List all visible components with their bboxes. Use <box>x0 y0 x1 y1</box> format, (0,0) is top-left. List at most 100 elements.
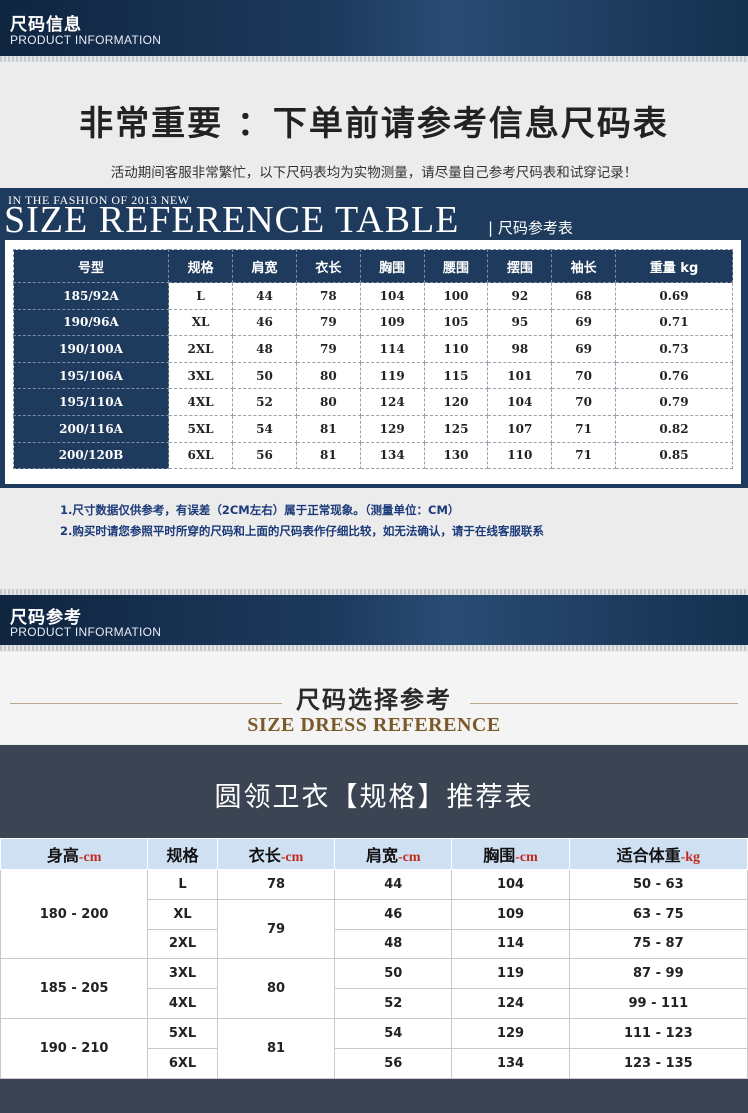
height-range-cell: 180 - 200 <box>0 868 149 960</box>
header-unit: -cm <box>78 850 102 865</box>
size-table-cell: 104 <box>359 282 425 310</box>
size-table-cell: 129 <box>359 414 425 443</box>
size-table-cell: 68 <box>551 282 617 310</box>
size-table-header-row: 号型 规格 肩宽 衣长 胸围 腰围 摆围 袖长 重量 kg <box>12 249 733 283</box>
size-table-cell: 71 <box>551 441 617 470</box>
length-cell: 81 <box>216 1017 336 1079</box>
size-table-row: 195/106A 3XL 50 80 119 115 101 70 0.76 <box>12 361 733 390</box>
size-table-cell: 107 <box>487 414 553 443</box>
size-table-cell: 70 <box>551 361 617 390</box>
size-table-cell: 105 <box>423 308 489 337</box>
size-table-cell: 195/110A <box>12 388 170 416</box>
size-table-cell: 48 <box>232 335 297 363</box>
size-table-cell: 115 <box>423 361 489 390</box>
size-dress-reference: 尺码选择参考 SIZE DRESS REFERENCE <box>0 652 748 744</box>
size-note: 1.尺寸数据仅供参考，有误差（2CM左右）属于正常现象。（测量单位：CM） <box>60 503 460 517</box>
size-table-cell: 69 <box>551 335 617 363</box>
height-range-cell: 190 - 210 <box>0 1017 149 1079</box>
header-label: 规格 <box>166 846 199 865</box>
size-cell: 3XL <box>147 958 218 990</box>
size-table-header-cell: 肩宽 <box>232 249 297 283</box>
size-table-header-cell: 腰围 <box>423 249 489 283</box>
header-banner-size-reference: 尺码参考 PRODUCT INFORMATION <box>0 595 748 645</box>
shoulder-cell: 50 <box>334 958 453 990</box>
size-table-row: 200/120B 6XL 56 81 134 130 110 71 0.85 <box>12 441 733 470</box>
size-table-cell: 78 <box>295 282 361 310</box>
size-table-cell: 125 <box>423 414 489 443</box>
size-table-cell: L <box>168 282 234 310</box>
dress-reference-en: SIZE DRESS REFERENCE <box>247 714 501 736</box>
size-table-row: 185/92A L 44 78 104 100 92 68 0.69 <box>12 282 733 310</box>
size-table-cell: 114 <box>359 335 425 363</box>
shoulder-cell: 46 <box>334 898 453 930</box>
header-unit: -cm <box>280 850 304 865</box>
size-table-cell: 80 <box>295 361 361 390</box>
recommendation-table: 身高-cm 规格 衣长-cm 肩宽-cm 胸围-cm 适合体重-kg 180 - 200 L… <box>0 838 748 1079</box>
size-table-header-cell: 重量 kg <box>615 249 733 283</box>
header-banner-product-info: 尺码信息 PRODUCT INFORMATION <box>0 0 748 56</box>
size-reference-table: 号型 规格 肩宽 衣长 胸围 腰围 摆围 袖长 重量 kg 185/92A L 44 78 104 100… <box>12 249 733 470</box>
size-table-cell: 6XL <box>168 441 234 470</box>
header-unit: -kg <box>680 850 701 865</box>
shoulder-cell: 44 <box>334 869 453 900</box>
size-table-cell: 46 <box>232 308 297 337</box>
length-cell: 78 <box>216 869 336 900</box>
size-table-cell: 81 <box>295 441 361 470</box>
size-table-cell: 195/106A <box>12 361 170 390</box>
size-table-cell: 0.71 <box>615 308 733 337</box>
header-subtitle: PRODUCT INFORMATION <box>10 33 162 47</box>
size-table-cell: 95 <box>487 308 553 337</box>
header-unit: -cm <box>515 850 538 865</box>
chest-cell: 114 <box>451 928 570 960</box>
divider-stripe <box>0 56 748 62</box>
size-cell: 4XL <box>147 988 218 1019</box>
size-cell: XL <box>147 898 218 930</box>
length-cell: 80 <box>216 958 336 1019</box>
important-heading: 非常重要 ：下单前请参考信息尺码表 <box>79 104 669 144</box>
size-table-cell: 190/100A <box>12 335 170 363</box>
recommendation-header-cell: 衣长-cm <box>216 838 336 870</box>
size-table-cell: 44 <box>232 282 297 310</box>
size-table-cell: 4XL <box>168 388 234 416</box>
size-table-cell: 0.73 <box>615 335 733 363</box>
recommendation-row: 185 - 205 3XL 80 50 119 87 - 99 <box>0 958 748 1019</box>
size-table-cell: 50 <box>232 361 297 390</box>
size-table-cell: 0.79 <box>615 388 733 416</box>
size-table-cell: 56 <box>232 441 297 470</box>
size-table-cell: 2XL <box>168 335 234 363</box>
notice-text: 活动期间客服非常繁忙，以下尺码表均为实物测量，请尽量自己参考尺码表和试穿记录！ <box>110 165 638 181</box>
size-table-cell: 190/96A <box>12 308 170 337</box>
recommendation-header-cell: 肩宽-cm <box>334 838 453 870</box>
recommendation-title: 圆领卫衣【规格】推荐表 <box>214 782 534 813</box>
size-table-cell: 185/92A <box>12 282 170 310</box>
size-table-cell: 124 <box>359 388 425 416</box>
recommendation-header-cell: 适合体重-kg <box>568 838 748 870</box>
size-table-header-cell: 袖长 <box>551 249 617 283</box>
size-table-header-cell: 规格 <box>168 249 234 283</box>
shoulder-cell: 48 <box>334 928 453 960</box>
size-table-header-cell: 胸围 <box>359 249 425 283</box>
recommendation-panel: 圆领卫衣【规格】推荐表 身高-cm 规格 衣长-cm 肩宽-cm 胸围-cm 适合体重-k… <box>0 745 748 1113</box>
size-table-cell: 81 <box>295 414 361 443</box>
shoulder-cell: 52 <box>334 988 453 1019</box>
size-table-cell: 54 <box>232 414 297 443</box>
dress-reference-cn: 尺码选择参考 <box>296 686 452 714</box>
size-table-cell: 80 <box>295 388 361 416</box>
weight-cell: 99 - 111 <box>568 988 748 1019</box>
size-table-cell: 0.85 <box>615 441 733 470</box>
shoulder-cell: 54 <box>334 1017 453 1049</box>
size-table-cell: 0.82 <box>615 414 733 443</box>
size-reference-panel: IN THE FASHION OF 2013 NEW SIZE REFERENC… <box>0 188 748 488</box>
header-unit: -cm <box>397 850 421 865</box>
weight-cell: 87 - 99 <box>568 958 748 990</box>
recommendation-header-cell: 规格 <box>147 838 218 870</box>
chest-cell: 129 <box>451 1017 570 1049</box>
size-table-cell: 110 <box>487 441 553 470</box>
chest-cell: 119 <box>451 958 570 990</box>
size-table-frame: 号型 规格 肩宽 衣长 胸围 腰围 摆围 袖长 重量 kg 185/92A L 44 78 104 100… <box>5 240 741 484</box>
weight-cell: 63 - 75 <box>568 898 748 930</box>
shoulder-cell: 56 <box>334 1047 453 1079</box>
size-table-cell: 71 <box>551 414 617 443</box>
chest-cell: 134 <box>451 1047 570 1079</box>
size-reference-cn-title: | 尺码参考表 <box>488 219 573 237</box>
